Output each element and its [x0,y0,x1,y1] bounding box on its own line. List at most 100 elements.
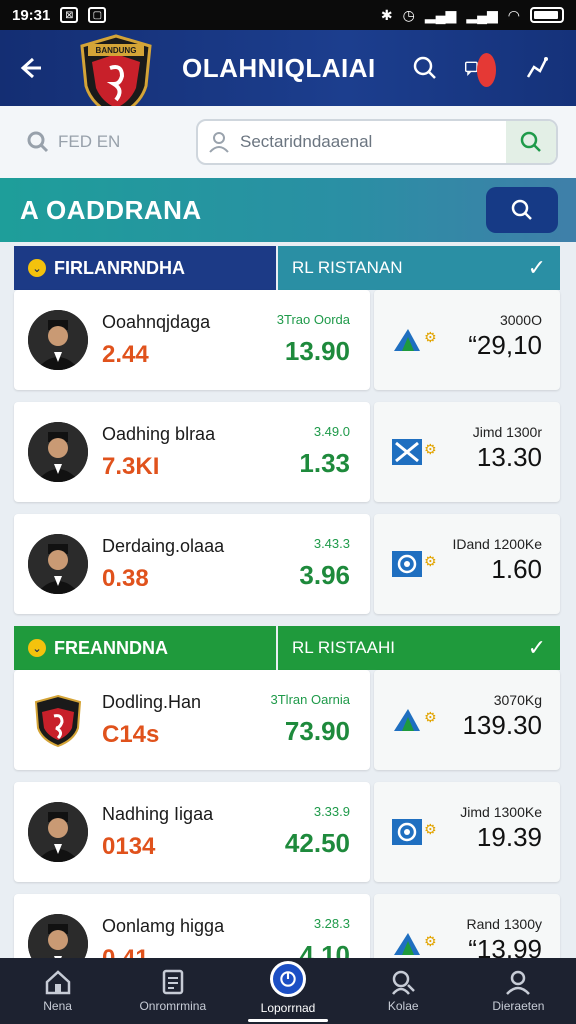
price-label: 3070Kg [493,692,542,708]
search-person-icon [392,970,416,995]
price-card[interactable]: ⚙ Rand 1300y “13.99 [374,894,560,958]
match-card[interactable]: Nadhing Iigaa 0134 3.33.9 42.50 [14,782,370,882]
search-input[interactable] [240,132,506,152]
odds-section: ⌄ FIRLANRNDHA RL RISTANAN ✓ Ooahnqjdaga … [14,246,560,614]
odds-value[interactable]: 42.50 [285,828,350,859]
nav-tab-label: Onromrmina [139,999,207,1013]
match-card[interactable]: Derdaing.olaaa 0.38 3.43.3 3.96 [14,514,370,614]
match-info: Nadhing Iigaa 0134 [102,804,213,861]
player-name: Oonlamg higga [102,915,225,936]
odds-value[interactable]: 4.10 [299,940,350,958]
match-row[interactable]: Derdaing.olaaa 0.38 3.43.3 3.96 ⚙ IDand … [14,514,560,614]
section-header-right[interactable]: RL RISTANAN ✓ [278,246,560,290]
price-value: 139.30 [462,710,542,740]
nav-tab-document[interactable]: Onromrmina [115,958,230,1024]
odds-caption: 3.49.0 [313,424,350,439]
price-value: “13.99 [468,934,542,958]
coin-icon: ⚙ [424,932,437,949]
player-name: Oadhing blraa [102,423,216,444]
check-icon: ✓ [527,635,546,660]
price-value: “29,10 [468,330,542,360]
user-icon [198,131,240,153]
coin-icon: ⚙ [424,552,437,569]
banner-search-button[interactable] [486,187,558,233]
match-info: Derdaing.olaaa 0.38 [102,536,224,593]
coin-icon: ⚙ [424,328,437,345]
match-info: Dodling.Han C14s [102,692,201,749]
odds-value[interactable]: 1.33 [299,448,350,479]
section-header: ⌄ FREANNDNA RL RISTAAHI ✓ [14,626,560,670]
chevron-badge-icon: ⌄ [28,639,46,657]
odds-section: ⌄ FREANNDNA RL RISTAAHI ✓ Dodling.Han C1… [14,626,560,958]
match-info: Oadhing blraa 7.3KI [102,424,215,481]
coin-icon: ⚙ [424,820,437,837]
price-card[interactable]: ⚙ Jimd 1300Ke 19.39 [374,782,560,882]
active-tab-indicator [248,1019,328,1022]
match-row[interactable]: Ooahnqjdaga 2.44 3Trao Oorda 13.90 ⚙ 300… [14,290,560,390]
section-header-right[interactable]: RL RISTAAHI ✓ [278,626,560,670]
check-icon: ✓ [527,255,546,280]
nav-tab-label: Nena [43,999,72,1013]
app-notification-icon: ⊠ [60,7,79,23]
notification-icon[interactable] [464,51,498,87]
banner-title: A OADDRANA [20,194,202,225]
battery-icon [530,7,564,23]
back-arrow-icon[interactable] [0,30,60,106]
content-list[interactable]: ⌄ FIRLANRNDHA RL RISTANAN ✓ Ooahnqjdaga … [0,242,576,958]
filter-label-text: FED EN [58,132,121,151]
target-stats-icon [392,551,422,577]
player-name: Derdaing.olaaa [102,535,225,556]
match-row[interactable]: Oonlamg higga 0.41 3.28.3 4.10 ⚙ Rand 13… [14,894,560,958]
search-icon [511,199,532,220]
match-row[interactable]: Nadhing Iigaa 0134 3.33.9 42.50 ⚙ Jimd 1… [14,782,560,882]
odds-caption: 3Trao Oorda [276,312,350,327]
section-header-left[interactable]: ⌄ FREANNDNA [14,626,276,670]
price-label: Jimd 1300Ke [460,804,542,820]
match-card[interactable]: Dodling.Han C14s 3Tlran Oarnia 73.90 [14,670,370,770]
player-name: Dodling.Han [102,691,202,712]
chevron-badge-icon: ⌄ [28,259,46,277]
player-score: 0134 [102,832,156,860]
share-icon[interactable] [520,51,554,85]
radio-icon [270,961,306,997]
odds-value[interactable]: 13.90 [285,336,350,367]
nav-tab-search-person[interactable]: Kolae [346,958,461,1024]
odds-value[interactable]: 3.96 [299,560,350,591]
trend-arrow-icon [394,709,420,731]
player-avatar [28,534,88,594]
price-value: 13.30 [476,442,542,472]
section-banner: A OADDRANA [0,178,576,242]
match-card[interactable]: Oonlamg higga 0.41 3.28.3 4.10 [14,894,370,958]
status-icons: ✱ ◷ ▂▄▆ ▂▄▆ ◠ [381,7,564,24]
nav-tab-radio[interactable]: Loporrnad [230,958,345,1024]
search-icon[interactable] [408,51,442,85]
match-info: Ooahnqjdaga 2.44 [102,312,210,369]
nav-tab-profile[interactable]: Dieraeten [461,958,576,1024]
player-score: C14s [102,720,160,748]
price-label: 3000O [499,312,542,328]
price-card[interactable]: ⚙ Jimd 1300r 13.30 [374,402,560,502]
section-subtitle: RL RISTANAN [292,258,403,277]
magnifier-icon [27,131,49,153]
price-card[interactable]: ⚙ 3000O “29,10 [374,290,560,390]
signal-icon-2: ▂▄▆ [466,6,498,23]
price-card[interactable]: ⚙ 3070Kg 139.30 [374,670,560,770]
search-submit-button[interactable] [506,121,556,163]
match-row[interactable]: Oadhing blraa 7.3KI 3.49.0 1.33 ⚙ Jimd 1… [14,402,560,502]
cross-stats-icon [392,439,422,465]
match-card[interactable]: Oadhing blraa 7.3KI 3.49.0 1.33 [14,402,370,502]
match-card[interactable]: Ooahnqjdaga 2.44 3Trao Oorda 13.90 [14,290,370,390]
odds-value[interactable]: 73.90 [285,716,350,747]
filter-label[interactable]: FED EN [26,130,194,154]
nav-tab-home[interactable]: Nena [0,958,115,1024]
section-header-left[interactable]: ⌄ FIRLANRNDHA [14,246,276,290]
status-time: 19:31 [12,6,51,24]
nav-tab-label: Dieraeten [492,999,545,1013]
page-title: OLAHNIQLAIAI [182,52,376,83]
match-row[interactable]: Dodling.Han C14s 3Tlran Oarnia 73.90 ⚙ 3… [14,670,560,770]
section-title: FIRLANRNDHA [54,257,185,278]
nav-tab-label: Loporrnad [260,1001,316,1015]
trend-arrow-icon [394,329,420,351]
price-card[interactable]: ⚙ IDand 1200Ke 1.60 [374,514,560,614]
price-label: IDand 1200Ke [452,536,542,552]
